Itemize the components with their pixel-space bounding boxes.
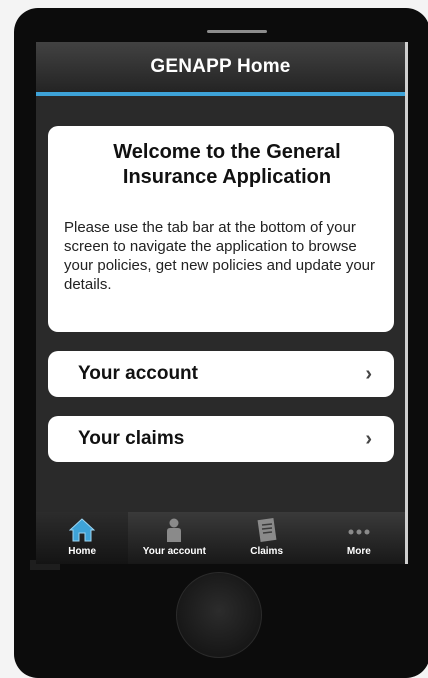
chevron-right-icon: › <box>365 363 372 385</box>
speaker-grille <box>207 30 267 33</box>
tab-your-account[interactable]: Your account <box>128 512 220 564</box>
your-account-label: Your account <box>78 363 198 384</box>
person-icon <box>167 518 182 542</box>
chevron-right-icon: › <box>365 428 372 450</box>
phone-screen: GENAPP Home Welcome to the General Insur… <box>36 42 408 564</box>
tab-claims-label: Claims <box>250 546 284 557</box>
welcome-card: Welcome to the General Insurance Applica… <box>48 126 394 332</box>
tab-more-label: More <box>346 546 371 557</box>
your-account-item[interactable]: Your account › <box>48 351 394 397</box>
welcome-body: Please use the tab bar at the bottom of … <box>64 219 376 293</box>
tab-claims[interactable]: Claims <box>221 512 313 564</box>
main-content: Welcome to the General Insurance Applica… <box>48 126 394 462</box>
tab-home[interactable]: Home <box>36 512 129 564</box>
tab-home-label: Home <box>68 546 97 557</box>
app-header: GENAPP Home <box>36 42 405 96</box>
home-icon <box>69 518 96 542</box>
welcome-title: Welcome to the General Insurance Applica… <box>113 141 341 188</box>
your-claims-label: Your claims <box>78 428 185 449</box>
tab-bar: Home Your account Claims More <box>36 512 405 564</box>
document-icon <box>257 517 277 543</box>
tab-more[interactable]: More <box>313 512 405 564</box>
phone-home-button[interactable] <box>176 572 262 658</box>
screen-edge <box>405 42 408 564</box>
more-icon <box>348 529 370 535</box>
tab-your-account-label: Your account <box>142 546 206 557</box>
page-title: GENAPP Home <box>150 56 291 77</box>
your-claims-item[interactable]: Your claims › <box>48 416 394 462</box>
